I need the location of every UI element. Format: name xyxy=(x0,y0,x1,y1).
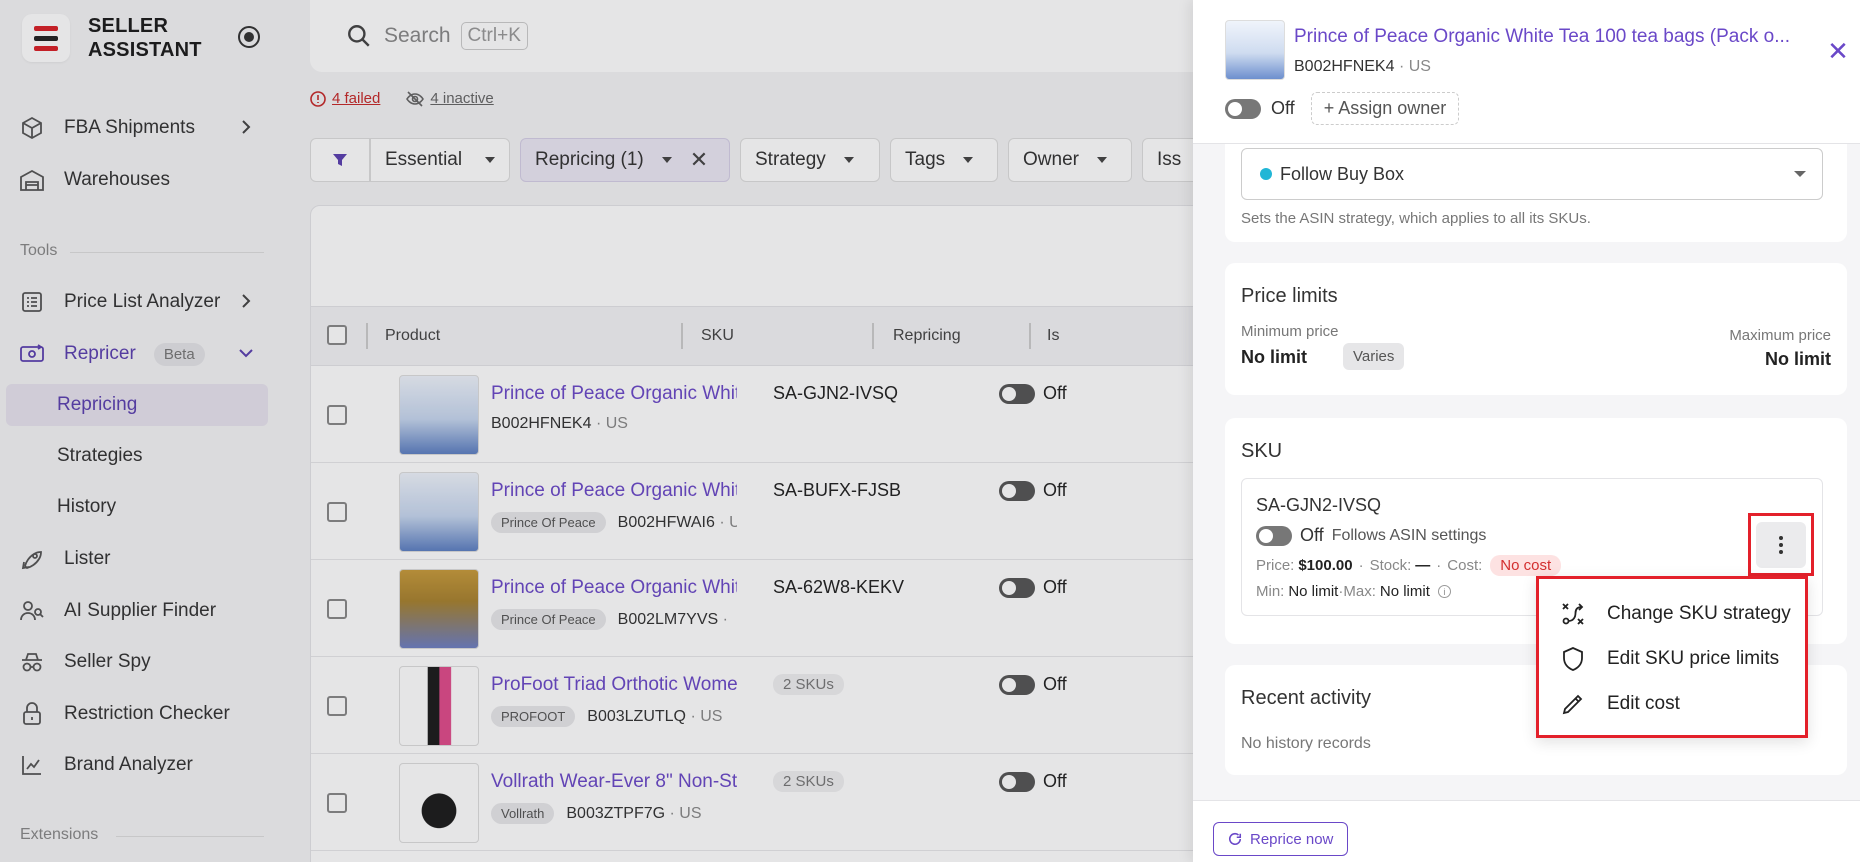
menu-item-change-sku-strategy[interactable]: Change SKU strategy xyxy=(1539,589,1805,639)
strategy-select-value: Follow Buy Box xyxy=(1280,163,1405,184)
close-icon[interactable]: ✕ xyxy=(1827,38,1849,64)
shield-icon xyxy=(1559,645,1587,673)
sku-more-actions-button[interactable] xyxy=(1756,522,1806,568)
min-price-value: No limit xyxy=(1241,347,1307,367)
drawer-product-title[interactable]: Prince of Peace Organic White Tea 100 te… xyxy=(1294,26,1794,48)
strategy-icon xyxy=(1559,600,1587,628)
no-cost-badge: No cost xyxy=(1490,555,1562,576)
strategy-help-text: Sets the ASIN strategy, which applies to… xyxy=(1241,210,1591,227)
price-value: $100.00 xyxy=(1298,557,1353,574)
modal-backdrop[interactable] xyxy=(0,0,1193,862)
menu-item-label: Edit SKU price limits xyxy=(1607,648,1780,669)
price-label: Price: xyxy=(1256,557,1295,574)
menu-item-label: Edit cost xyxy=(1607,693,1680,714)
sku-actions-menu: Change SKU strategy Edit SKU price limit… xyxy=(1536,576,1808,738)
drawer-footer: Reprice now xyxy=(1193,800,1860,862)
assign-owner-button[interactable]: + Assign owner xyxy=(1310,92,1460,125)
asin-repricing-status: Off xyxy=(1271,98,1295,118)
stock-value: — xyxy=(1415,557,1431,574)
stock-label: Stock: xyxy=(1369,557,1412,574)
sku-pricing-row: Price: $100.00 · Stock: — · Cost: No cost xyxy=(1256,555,1562,576)
min-label: Min: xyxy=(1256,583,1285,600)
max-price-value: No limit xyxy=(1765,349,1831,369)
min-value: No limit xyxy=(1288,583,1339,600)
refresh-icon xyxy=(1229,832,1242,845)
max-price-label: Maximum price xyxy=(1729,327,1831,344)
menu-item-label: Change SKU strategy xyxy=(1607,603,1791,624)
drawer-status-row: Off + Assign owner xyxy=(1225,92,1460,125)
sku-actions-highlight xyxy=(1748,513,1814,576)
reprice-now-label: Reprice now xyxy=(1250,830,1334,848)
menu-item-edit-sku-price-limits[interactable]: Edit SKU price limits xyxy=(1539,634,1805,684)
pencil-icon xyxy=(1559,690,1587,718)
caret-down-icon xyxy=(1794,171,1806,177)
strategy-color-dot xyxy=(1260,168,1272,180)
sku-limits-row: Min: No limit · Max: No limit i xyxy=(1256,583,1451,600)
strategy-card: Follow Buy Box Sets the ASIN strategy, w… xyxy=(1225,144,1847,242)
drawer-header: Prince of Peace Organic White Tea 100 te… xyxy=(1193,0,1860,144)
menu-item-edit-cost[interactable]: Edit cost xyxy=(1539,679,1805,729)
sku-section-title: SKU xyxy=(1241,440,1283,462)
drawer-market: US xyxy=(1408,58,1431,75)
price-limits-title: Price limits xyxy=(1241,285,1338,307)
sku-repricing-status: Off xyxy=(1300,525,1324,545)
max-label: Max: xyxy=(1343,583,1376,600)
min-price-label: Minimum price xyxy=(1241,323,1339,340)
no-history-text: No history records xyxy=(1241,735,1371,752)
asin-repricing-toggle[interactable] xyxy=(1225,98,1261,119)
price-limits-card: Price limits Minimum price No limit Vari… xyxy=(1225,263,1847,395)
sku-repricing-toggle[interactable] xyxy=(1256,525,1292,546)
sku-id: SA-GJN2-IVSQ xyxy=(1256,495,1382,515)
drawer-asin: B002HFNEK4 xyxy=(1294,58,1395,75)
sku-status-row: Off Follows ASIN settings xyxy=(1256,525,1486,546)
cost-label: Cost: xyxy=(1447,557,1483,574)
drawer-product-image xyxy=(1225,20,1285,80)
recent-activity-title: Recent activity xyxy=(1241,687,1372,709)
varies-badge: Varies xyxy=(1343,343,1405,370)
strategy-select[interactable]: Follow Buy Box xyxy=(1241,148,1823,200)
more-vertical-icon xyxy=(1779,536,1783,554)
max-value: No limit xyxy=(1379,583,1430,600)
reprice-now-button[interactable]: Reprice now xyxy=(1213,822,1349,856)
sku-follows-label: Follows ASIN settings xyxy=(1331,526,1487,544)
info-icon[interactable]: i xyxy=(1437,585,1451,598)
drawer-product-meta: B002HFNEK4 · US xyxy=(1294,58,1431,75)
